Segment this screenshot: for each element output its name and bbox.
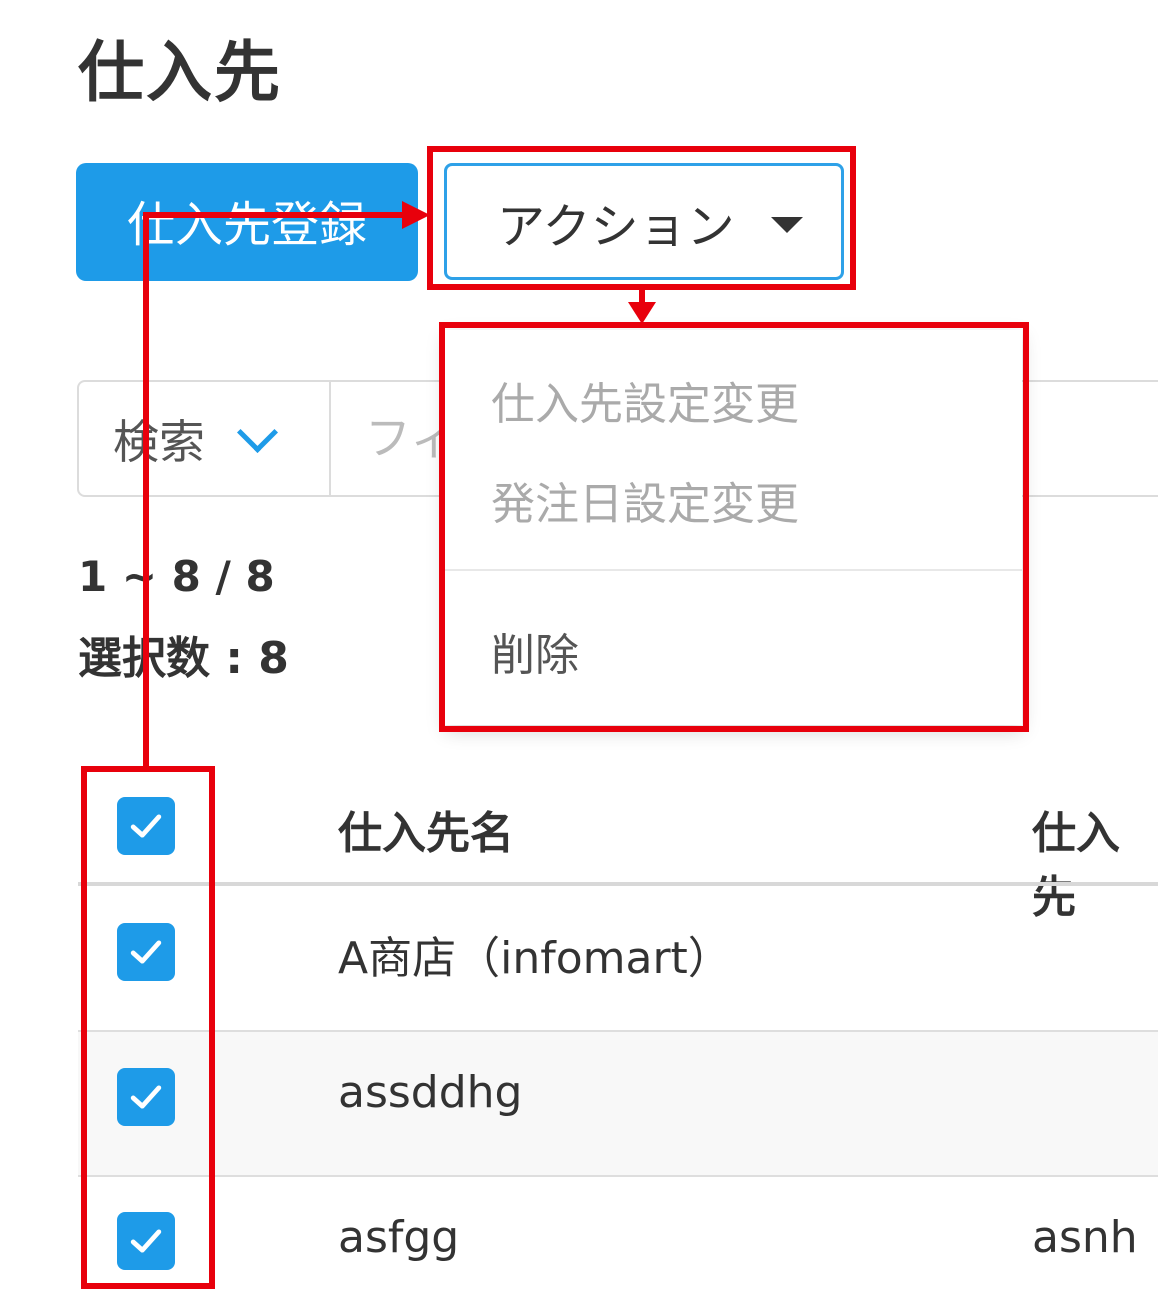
selected-count: 選択数 : 8: [78, 633, 289, 684]
row-divider: [78, 1030, 1158, 1032]
arrow-right-icon: [402, 201, 430, 229]
arrow-down-icon: [628, 302, 656, 324]
supplier-name[interactable]: assddhg: [338, 1067, 523, 1118]
annotation-line-vertical: [143, 212, 149, 770]
register-supplier-label: 仕入先登録: [126, 197, 367, 253]
column-header-name[interactable]: 仕入先名: [338, 797, 514, 861]
chevron-down-icon: [236, 411, 279, 454]
register-supplier-button[interactable]: 仕入先登録: [76, 163, 418, 281]
row-divider: [78, 1175, 1158, 1177]
search-type-label: 検索: [113, 414, 205, 469]
table-header-divider: [78, 882, 1158, 886]
table-row-bg: [78, 1032, 1158, 1175]
supplier-name[interactable]: A商店（infomart）: [338, 922, 732, 986]
annotation-line-horizontal: [143, 212, 405, 218]
annotation-box-dropdown: [439, 322, 1029, 732]
page-title: 仕入先: [78, 34, 282, 111]
supplier-name[interactable]: asfgg: [338, 1212, 459, 1263]
supplier-code: asnh: [1032, 1212, 1138, 1263]
annotation-box-checkboxes: [81, 766, 215, 1289]
annotation-box-action-button: [427, 146, 856, 290]
column-header-code[interactable]: 仕入先: [1032, 797, 1158, 925]
result-count: 1 ~ 8 / 8: [78, 552, 275, 601]
search-type-select[interactable]: 検索: [77, 380, 331, 497]
